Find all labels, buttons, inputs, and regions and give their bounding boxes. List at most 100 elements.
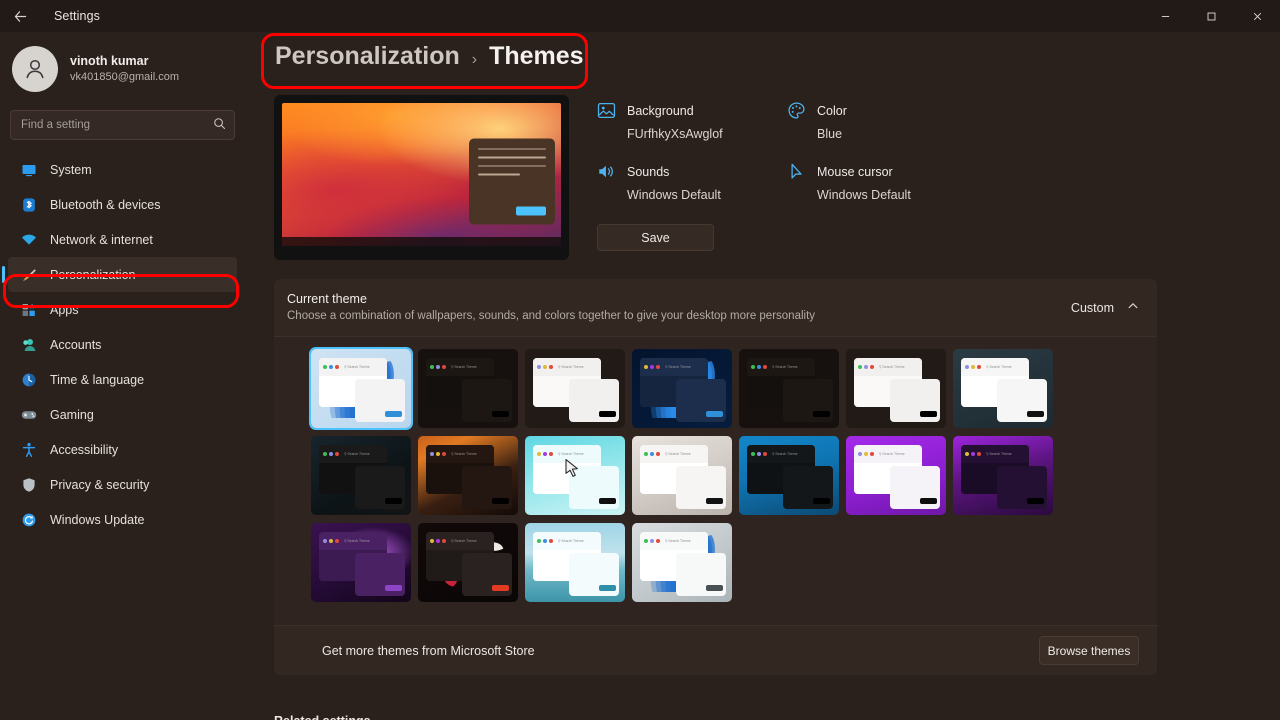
mini-window-search-text: ⚲ Search Theme (665, 365, 691, 370)
mini-window-titlebar: ⚲ Search Theme (533, 445, 601, 464)
mini-accent-chip (919, 411, 937, 417)
sidebar-item-label: Accounts (50, 337, 102, 352)
account-section[interactable]: vinoth kumar vk401850@gmail.com (0, 32, 245, 106)
attribute-color[interactable]: Color Blue (787, 100, 962, 145)
wifi-icon (20, 231, 37, 248)
related-settings-heading: Related settings (274, 714, 371, 720)
mini-window-search-text: ⚲ Search Theme (879, 452, 905, 457)
sidebar-item-time-language[interactable]: Time & language (8, 362, 237, 397)
minimize-button[interactable] (1142, 0, 1188, 32)
sidebar-item-label: Bluetooth & devices (50, 197, 161, 212)
close-button[interactable] (1234, 0, 1280, 32)
theme-thumbnail-dark-theme-2[interactable]: ⚲ Search Theme (739, 349, 839, 428)
mini-accent-chip (705, 498, 723, 504)
browse-themes-button[interactable]: Browse themes (1039, 636, 1139, 665)
mini-window-front (569, 379, 619, 422)
breadcrumb-current: Themes (489, 42, 584, 70)
theme-thumbnail-windows-light[interactable]: ⚲ Search Theme (311, 349, 411, 428)
mini-window-search-text: ⚲ Search Theme (344, 452, 370, 457)
theme-thumbnail-cyan-light[interactable]: ⚲ Search Theme (525, 436, 625, 515)
window-dot (858, 365, 862, 370)
mini-accent-chip (812, 498, 830, 504)
account-email: vk401850@gmail.com (70, 70, 179, 83)
bluetooth-icon (20, 196, 37, 213)
mini-window-front (355, 466, 405, 509)
sidebar-item-gaming[interactable]: Gaming (8, 397, 237, 432)
mini-accent-chip (491, 411, 509, 417)
theme-thumbnail-purple-bloom[interactable]: ⚲ Search Theme (311, 523, 411, 602)
get-more-themes-label: Get more themes from Microsoft Store (322, 643, 535, 658)
window-dot (650, 452, 654, 457)
theme-thumbnail-windows-gray[interactable]: ⚲ Search Theme (632, 523, 732, 602)
window-dot (656, 452, 660, 457)
breadcrumb-parent[interactable]: Personalization (275, 42, 460, 71)
theme-thumbnail-dark-theme-1[interactable]: ⚲ Search Theme (418, 349, 518, 428)
window-dot (537, 539, 541, 544)
mini-accent-chip (1026, 411, 1044, 417)
theme-thumbnail-purple-dark[interactable]: ⚲ Search Theme (953, 436, 1053, 515)
window-dot (971, 452, 975, 457)
sidebar-item-personalization[interactable]: Personalization (2, 257, 237, 292)
window-dot (656, 539, 660, 544)
attribute-mouse-cursor[interactable]: Mouse cursor Windows Default (787, 161, 962, 206)
mini-window-search-text: ⚲ Search Theme (772, 365, 798, 370)
attribute-sounds[interactable]: Sounds Windows Default (597, 161, 772, 206)
get-more-themes-row: Get more themes from Microsoft Store Bro… (274, 625, 1157, 675)
update-icon (20, 511, 37, 528)
theme-thumbnail-purple-light[interactable]: ⚲ Search Theme (846, 436, 946, 515)
theme-thumbnail-fire-theme[interactable]: ⚲ Search Theme (418, 436, 518, 515)
sidebar-item-windows-update[interactable]: Windows Update (8, 502, 237, 537)
mini-window-front (462, 379, 512, 422)
theme-thumbnail-neutral-light[interactable]: ⚲ Search Theme (632, 436, 732, 515)
window-dot (436, 365, 440, 370)
mini-window-front (890, 379, 940, 422)
accessibility-icon (20, 441, 37, 458)
sidebar-item-system[interactable]: System (8, 152, 237, 187)
theme-thumbnail-light-theme-2[interactable]: ⚲ Search Theme (846, 349, 946, 428)
sidebar-item-privacy-security[interactable]: Privacy & security (8, 467, 237, 502)
theme-row: ⚲ Search Theme ⚲ Search Theme ⚲ Search The… (311, 523, 1144, 602)
sidebar-item-network-internet[interactable]: Network & internet (8, 222, 237, 257)
speaker-icon (597, 162, 616, 181)
mini-window-titlebar: ⚲ Search Theme (640, 358, 708, 377)
breadcrumb: Personalization › Themes (275, 42, 584, 71)
current-theme-header[interactable]: Current theme Choose a combination of wa… (274, 279, 1157, 336)
search-input[interactable] (21, 119, 213, 131)
mini-accent-chip (919, 498, 937, 504)
window-dot (335, 539, 339, 544)
attribute-background[interactable]: Background FUrfhkyXsAwglof (597, 100, 772, 145)
sidebar-item-label: Network & internet (50, 232, 153, 247)
theme-thumbnail-flower-dark[interactable]: ⚲ Search Theme (418, 523, 518, 602)
sidebar: vinoth kumar vk401850@gmail.com System B… (0, 32, 245, 720)
theme-thumbnail-blue-dark[interactable]: ⚲ Search Theme (739, 436, 839, 515)
current-theme-card: Current theme Choose a combination of wa… (274, 279, 1157, 675)
person-icon (26, 59, 44, 79)
maximize-button[interactable] (1188, 0, 1234, 32)
preview-wallpaper (282, 103, 561, 246)
window-dot (650, 539, 654, 544)
mini-window-search-text: ⚲ Search Theme (451, 452, 477, 457)
theme-thumbnail-light-theme-1[interactable]: ⚲ Search Theme (525, 349, 625, 428)
attribute-label: Sounds (627, 165, 670, 180)
mini-window-titlebar: ⚲ Search Theme (533, 532, 601, 551)
search-box[interactable] (10, 110, 235, 140)
theme-thumbnail-lake-light[interactable]: ⚲ Search Theme (525, 523, 625, 602)
app-title: Settings (54, 9, 100, 23)
theme-thumbnail-glow-light[interactable]: ⚲ Search Theme (953, 349, 1053, 428)
window-dot (323, 452, 327, 457)
mini-window-search-text: ⚲ Search Theme (665, 539, 691, 544)
save-button[interactable]: Save (597, 224, 714, 251)
gamepad-icon (20, 406, 37, 423)
theme-preview-monitor (274, 95, 569, 260)
clock-icon (20, 371, 37, 388)
theme-thumbnail-windows-dark[interactable]: ⚲ Search Theme (632, 349, 732, 428)
chevron-up-icon[interactable] (1127, 300, 1139, 315)
theme-thumbnail-dark-blue-glow[interactable]: ⚲ Search Theme (311, 436, 411, 515)
sidebar-item-bluetooth-devices[interactable]: Bluetooth & devices (8, 187, 237, 222)
window-dot (430, 452, 434, 457)
attribute-label: Mouse cursor (817, 165, 893, 180)
back-button[interactable] (0, 0, 40, 32)
sidebar-item-accounts[interactable]: Accounts (8, 327, 237, 362)
sidebar-item-accessibility[interactable]: Accessibility (8, 432, 237, 467)
sidebar-item-apps[interactable]: Apps (8, 292, 237, 327)
